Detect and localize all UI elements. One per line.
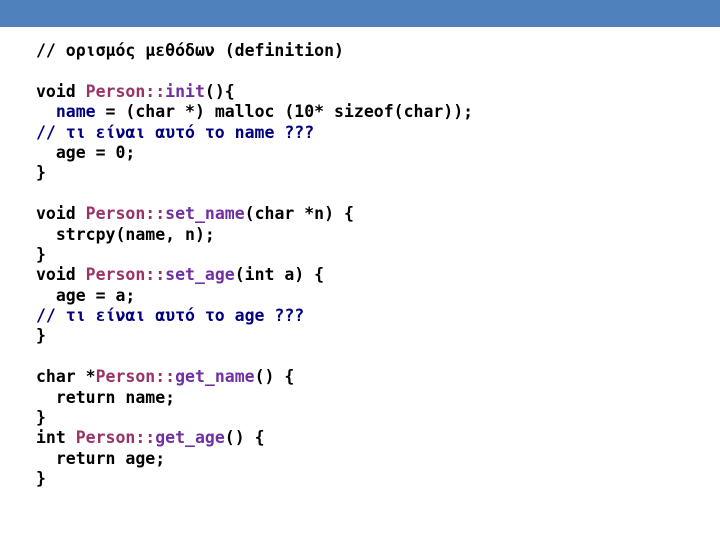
code-token-method: get_age (155, 428, 225, 448)
code-token-plain: return age; (36, 448, 166, 468)
code-line: int Person::get_age() { (36, 428, 696, 448)
code-token-class: Person:: (85, 204, 166, 224)
code-line: return age; (36, 449, 696, 469)
code-line: age = 0; (36, 143, 696, 163)
code-token-plain: age = a; (36, 285, 136, 305)
code-line: void Person::set_name(char *n) { (36, 204, 696, 224)
code-token-plain: return name; (36, 387, 176, 407)
code-token-plain: (int a) { (234, 265, 325, 285)
code-listing: // ορισμός μεθόδων (definition) void Per… (36, 41, 696, 490)
code-line: } (36, 163, 696, 183)
code-token-comment-blue: // τι είναι αυτό το name ??? (36, 122, 315, 142)
code-token-plain: void (36, 81, 86, 101)
code-line: name = (char *) malloc (10* sizeof(char)… (36, 102, 696, 122)
code-token-plain: char * (36, 367, 96, 387)
code-line: // τι είναι αυτό το age ??? (36, 306, 696, 326)
code-token-method: init (165, 81, 205, 101)
code-token-plain: () { (224, 428, 265, 448)
code-token-plain: age = 0; (36, 142, 136, 162)
code-token-plain: () { (254, 367, 295, 387)
code-token-plain: } (36, 326, 46, 346)
code-block-setter-methods: void Person::set_name(char *n) { strcpy(… (36, 204, 696, 347)
code-token-plain: int (36, 428, 76, 448)
code-token-plain: void (36, 265, 86, 285)
code-token-plain: } (36, 244, 46, 264)
code-token-class: Person:: (75, 428, 156, 448)
code-token-plain: } (36, 469, 46, 489)
code-line: // τι είναι αυτό το name ??? (36, 123, 696, 143)
code-token-plain: = (char *) malloc (10* sizeof(char)); (95, 102, 474, 122)
code-token-plain: (char *n) { (244, 204, 354, 224)
code-token-class: Person:: (95, 367, 176, 387)
code-line: void Person::init(){ (36, 82, 696, 102)
code-token-class: Person:: (85, 265, 166, 285)
code-line: char *Person::get_name() { (36, 367, 696, 387)
code-line: return name; (36, 388, 696, 408)
code-token-method: get_name (175, 367, 255, 387)
code-token-method: set_age (165, 265, 235, 285)
code-token-plain: } (36, 408, 46, 428)
code-token-plain: strcpy(name, n); (36, 224, 215, 244)
code-line: } (36, 469, 696, 489)
code-line: } (36, 326, 696, 346)
code-token-plain: void (36, 204, 86, 224)
code-token-plain: } (36, 163, 46, 183)
code-line: strcpy(name, n); (36, 225, 696, 245)
code-blocks-container: void Person::init(){ name = (char *) mal… (36, 82, 696, 490)
code-line: void Person::set_age(int a) { (36, 265, 696, 285)
definition-comment: // ορισμός μεθόδων (definition) (36, 41, 344, 60)
code-block-getter-methods: char *Person::get_name() { return name;}… (36, 367, 696, 489)
code-line: age = a; (36, 286, 696, 306)
code-token-ident: name (55, 102, 96, 122)
code-line: } (36, 408, 696, 428)
slide-header-bar (0, 0, 720, 27)
code-line: } (36, 245, 696, 265)
code-token-comment-blue: // τι είναι αυτό το age ??? (36, 306, 305, 326)
slide-canvas: // ορισμός μεθόδων (definition) void Per… (0, 0, 720, 540)
code-token-class: Person:: (85, 81, 166, 101)
code-token-plain: (){ (204, 81, 235, 101)
code-block-init-method: void Person::init(){ name = (char *) mal… (36, 82, 696, 184)
code-token-method: set_name (165, 204, 245, 224)
